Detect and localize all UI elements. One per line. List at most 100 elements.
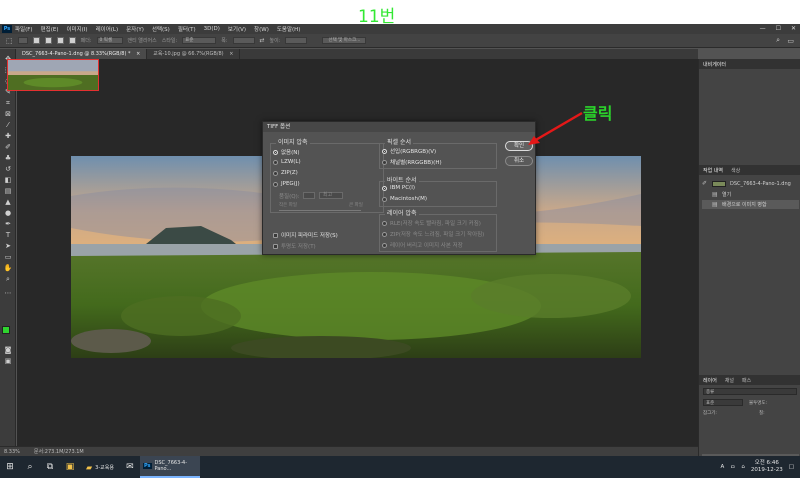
window-controls: — ☐ ✕ xyxy=(760,25,796,32)
compression-jpeg-radio[interactable]: JPEG(J) xyxy=(273,181,300,187)
tab-history[interactable]: 작업 내역 xyxy=(703,167,723,174)
anti-alias-checkbox[interactable]: 앤티 앨리어스 xyxy=(128,37,157,44)
taskbar-photoshop-item[interactable]: Ps DSC_7663-4-Pano... xyxy=(139,456,200,478)
jpeg-quality-slider[interactable] xyxy=(279,210,361,211)
hand-tool-icon[interactable]: ✋ xyxy=(3,264,13,272)
store-icon[interactable]: ▣ xyxy=(60,456,80,478)
mail-icon[interactable]: ✉ xyxy=(120,456,140,478)
foreground-color-swatch[interactable] xyxy=(2,326,10,334)
byte-order-ibm-radio[interactable]: IBM PC(I) xyxy=(382,185,415,191)
save-transparency-checkbox[interactable]: 투명도 저장(T) xyxy=(273,242,316,250)
tab-color[interactable]: 색상 xyxy=(731,167,740,174)
eraser-tool-icon[interactable]: ◧ xyxy=(3,176,13,184)
maximize-button[interactable]: ☐ xyxy=(776,25,781,32)
search-icon[interactable]: ⌕ xyxy=(20,456,40,478)
tool-preset-picker[interactable] xyxy=(17,37,28,44)
save-pyramid-checkbox[interactable]: 이미지 피라미드 저장(S) xyxy=(273,231,338,239)
pixel-order-interleaved-radio[interactable]: 선입(RGBRGB)(V) xyxy=(382,147,436,155)
tab-dsc-7663[interactable]: DSC_7663-4-Pano-1.dng @ 8.33%(RGB/8) * × xyxy=(16,49,148,59)
minimize-button[interactable]: — xyxy=(760,25,766,32)
keyboard-icon[interactable]: ㅁ xyxy=(730,463,735,471)
cancel-button[interactable]: 취소 xyxy=(505,156,533,166)
height-input[interactable] xyxy=(285,37,308,44)
type-tool-icon[interactable]: T xyxy=(3,231,13,239)
ime-icon[interactable]: A xyxy=(721,464,725,470)
menu-image[interactable]: 이미지(I) xyxy=(66,25,87,33)
height-label: 높이: xyxy=(269,38,281,44)
intersect-selection-icon[interactable] xyxy=(68,37,76,44)
frame-tool-icon[interactable]: ⊠ xyxy=(3,110,13,118)
menu-3d[interactable]: 3D(D) xyxy=(204,26,220,32)
navigator-thumbnail[interactable] xyxy=(7,59,99,91)
layer-compression-discard-radio[interactable]: 레이어 버리고 이미지 사본 저장 xyxy=(382,241,463,249)
feather-input[interactable]: 0 픽셀 xyxy=(96,37,123,44)
quick-mask-icon[interactable]: ◙ xyxy=(3,346,13,354)
tab-channels[interactable]: 채널 xyxy=(725,377,734,384)
new-selection-icon[interactable] xyxy=(32,37,40,44)
menu-layer[interactable]: 레이어(L) xyxy=(96,25,119,33)
select-and-mask-button[interactable]: 선택 및 마스크... xyxy=(322,37,367,44)
style-select[interactable]: 표준 xyxy=(182,37,217,44)
menu-file[interactable]: 파일(F) xyxy=(15,25,33,33)
layer-compression-rle-radio[interactable]: RLE(저장 속도 빨라짐, 파일 크기 커짐) xyxy=(382,219,481,227)
zoom-level[interactable]: 8.33% xyxy=(4,449,20,455)
blur-tool-icon[interactable]: ▲ xyxy=(3,198,13,206)
clone-stamp-tool-icon[interactable]: ♣ xyxy=(3,154,13,162)
add-selection-icon[interactable] xyxy=(44,37,52,44)
notification-icon[interactable]: □ xyxy=(789,464,794,470)
zoom-tool-icon[interactable]: ⌕ xyxy=(3,275,13,283)
layer-filter-select[interactable]: 종류 xyxy=(703,388,797,395)
gradient-tool-icon[interactable]: ▤ xyxy=(3,187,13,195)
start-windows-icon[interactable]: ⊞ xyxy=(0,456,20,478)
screen-mode-icon[interactable]: ▣ xyxy=(3,357,13,365)
workspace-icon[interactable]: ▭ xyxy=(787,37,794,45)
task-view-icon[interactable]: ⧉ xyxy=(40,456,60,478)
eyedropper-tool-icon[interactable]: ⁄ xyxy=(3,121,13,129)
blend-mode-select[interactable]: 표준 xyxy=(703,399,743,406)
healing-brush-tool-icon[interactable]: ✚ xyxy=(3,132,13,140)
menu-filter[interactable]: 필터(T) xyxy=(178,25,196,33)
layer-compression-zip-radio[interactable]: ZIP(저장 속도 느려짐, 파일 크기 작아짐) xyxy=(382,230,484,238)
more-tools-icon[interactable]: ⋯ xyxy=(3,289,13,297)
shape-tool-icon[interactable]: ▭ xyxy=(3,253,13,261)
compression-lzw-radio[interactable]: LZW(L) xyxy=(273,159,301,165)
path-select-tool-icon[interactable]: ➤ xyxy=(3,242,13,250)
tab-layers[interactable]: 레이어 xyxy=(703,377,717,384)
marquee-tool-icon[interactable]: ⬚ xyxy=(6,37,13,45)
jpeg-quality-select[interactable]: 최고 xyxy=(319,192,343,199)
menu-type[interactable]: 문자(Y) xyxy=(126,25,144,33)
system-clock[interactable]: 오전 6:46 2019-12-23 xyxy=(751,460,783,474)
pixel-order-per-channel-radio[interactable]: 채널별(RRGGBB)(H) xyxy=(382,158,442,166)
tab-education-10[interactable]: 교육-10.jpg @ 66.7%(RGB/8) × xyxy=(147,49,241,59)
swap-icon[interactable]: ⇄ xyxy=(260,37,265,44)
jpeg-quality-input[interactable] xyxy=(303,192,315,199)
tab-close-icon[interactable]: × xyxy=(229,51,233,57)
history-brush-tool-icon[interactable]: ↺ xyxy=(3,165,13,173)
dodge-tool-icon[interactable]: ● xyxy=(3,209,13,217)
network-icon[interactable]: ⌂ xyxy=(741,464,745,470)
width-input[interactable] xyxy=(232,37,255,44)
close-button[interactable]: ✕ xyxy=(791,25,796,32)
menu-view[interactable]: 보기(V) xyxy=(228,25,246,33)
tab-navigator[interactable]: 내비게이터 xyxy=(703,61,726,68)
menu-help[interactable]: 도움말(H) xyxy=(277,25,301,33)
compression-none-radio[interactable]: 없음(N) xyxy=(273,148,300,156)
radio-icon xyxy=(382,242,387,248)
menu-window[interactable]: 창(W) xyxy=(254,25,269,33)
byte-order-mac-radio[interactable]: Macintosh(M) xyxy=(382,196,427,202)
history-snapshot[interactable]: ✐ DSC_7663-4-Pano-1.dng xyxy=(702,179,799,188)
pen-tool-icon[interactable]: ✒ xyxy=(3,220,13,228)
search-icon[interactable]: ⌕ xyxy=(776,36,780,45)
pixel-order-title: 픽셀 순서 xyxy=(385,137,413,146)
history-item-open[interactable]: ▤ 열기 xyxy=(702,190,799,199)
menu-edit[interactable]: 편집(E) xyxy=(41,25,59,33)
menu-select[interactable]: 선택(S) xyxy=(152,25,170,33)
tab-paths[interactable]: 패스 xyxy=(742,377,751,384)
compression-zip-radio[interactable]: ZIP(Z) xyxy=(273,170,298,176)
history-item-flatten[interactable]: ▤ 배경으로 이미지 병합 xyxy=(702,200,799,209)
tab-close-icon[interactable]: × xyxy=(136,51,140,57)
brush-tool-icon[interactable]: ✐ xyxy=(3,143,13,151)
subtract-selection-icon[interactable] xyxy=(56,37,64,44)
taskbar-folder-item[interactable]: ▰ 3-교육용 xyxy=(80,456,120,478)
crop-tool-icon[interactable]: ⌗ xyxy=(3,99,13,107)
